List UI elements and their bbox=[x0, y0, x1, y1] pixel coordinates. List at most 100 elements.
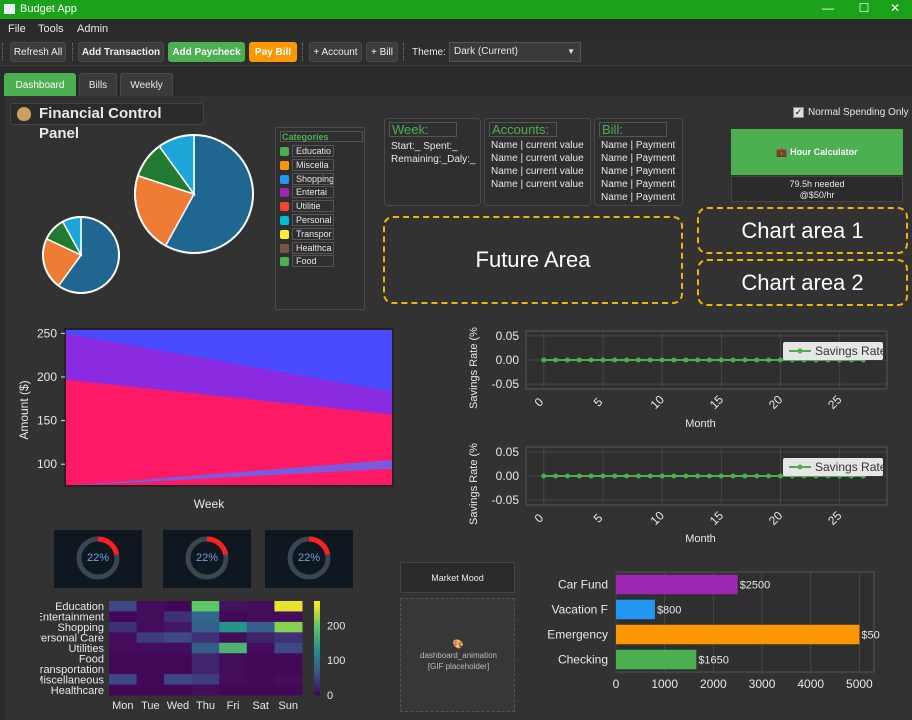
add-paycheck-button[interactable]: Add Paycheck bbox=[168, 42, 245, 62]
colorbar-segment bbox=[314, 669, 320, 674]
heatmap-cell bbox=[219, 653, 248, 665]
menu-tools[interactable]: Tools bbox=[38, 23, 64, 35]
bar-value-label: $2500 bbox=[740, 580, 771, 592]
data-point bbox=[647, 357, 653, 363]
colorbar-segment bbox=[314, 619, 320, 624]
account-line: Name | current value bbox=[491, 140, 584, 151]
data-point bbox=[588, 357, 594, 363]
heatmap-cell bbox=[274, 663, 303, 675]
minimize-button[interactable]: — bbox=[813, 1, 843, 15]
week-line: Start:_ Spent:_ bbox=[391, 141, 458, 152]
app-icon bbox=[4, 4, 15, 14]
tab-dashboard[interactable]: Dashboard bbox=[4, 73, 76, 96]
category-label: Utilitie bbox=[292, 200, 334, 213]
category-label: Miscella bbox=[292, 158, 334, 171]
tab-weekly[interactable]: Weekly bbox=[120, 73, 173, 96]
menu-admin[interactable]: Admin bbox=[77, 23, 108, 35]
heatmap-row-label: Healthcare bbox=[51, 685, 104, 697]
bill-box: Bill: Name | Payment Name | Payment Name… bbox=[594, 118, 683, 206]
heatmap-cell bbox=[274, 632, 303, 644]
y-axis-label: Savings Rate (% bbox=[468, 327, 480, 409]
hour-calculator-button[interactable]: 💼 Hour Calculator bbox=[731, 129, 903, 175]
data-point bbox=[659, 357, 665, 363]
heatmap-cell bbox=[219, 684, 248, 696]
data-point bbox=[553, 357, 559, 363]
heatmap-cell bbox=[191, 684, 220, 696]
normal-spending-checkbox[interactable]: ✓ bbox=[793, 107, 804, 118]
bar-category-label: Emergency bbox=[547, 628, 608, 642]
colorbar-segment bbox=[314, 663, 320, 668]
add-bill-button[interactable]: + Bill bbox=[366, 42, 398, 62]
accounts-bar-chart: 0 1000 2000 3000 4000 5000 Car Fund $2500 Vacati… bbox=[547, 571, 880, 691]
colorbar-tick: 100 bbox=[327, 655, 345, 667]
bar-chart-plot: 0 1000 2000 3000 4000 5000 Car Fund $2500 Vacati… bbox=[547, 571, 880, 691]
data-point bbox=[576, 357, 582, 363]
menu-file[interactable]: File bbox=[8, 23, 26, 35]
data-point bbox=[695, 357, 701, 363]
heatmap-cell bbox=[164, 674, 193, 686]
colorbar-segment bbox=[314, 682, 320, 687]
heatmap-cell bbox=[136, 684, 165, 696]
maximize-button[interactable]: ☐ bbox=[849, 1, 879, 15]
add-account-button[interactable]: + Account bbox=[309, 42, 362, 62]
data-point bbox=[754, 473, 760, 479]
refresh-all-button[interactable]: Refresh All bbox=[10, 42, 66, 62]
colorbar-segment bbox=[314, 651, 320, 655]
heatmap-cell bbox=[219, 601, 248, 612]
gauge-value: 22% bbox=[195, 552, 219, 564]
heatmap-cell bbox=[164, 642, 193, 654]
hours-needed: 79.5h needed bbox=[789, 179, 845, 189]
colorbar-segment bbox=[314, 632, 320, 636]
bar-value-label: $5000 bbox=[861, 630, 880, 642]
category-swatch bbox=[280, 174, 289, 184]
close-button[interactable]: ✕ bbox=[880, 1, 910, 15]
pay-bill-button[interactable]: Pay Bill bbox=[249, 42, 297, 62]
account-line: Name | current value bbox=[491, 166, 584, 177]
heatmap-cell bbox=[246, 653, 275, 665]
week-line: Remaining:_Daly:_ bbox=[391, 154, 476, 165]
theme-select[interactable]: Dark (Current) ▼ bbox=[449, 42, 581, 62]
page-title: Financial Control Panel bbox=[10, 103, 204, 142]
heatmap-cell bbox=[136, 663, 165, 675]
legend-marker bbox=[797, 464, 803, 470]
theme-label: Theme: bbox=[412, 47, 446, 58]
bar-category-label: Car Fund bbox=[558, 578, 608, 592]
colorbar-segment bbox=[314, 638, 320, 643]
y-tick-label: 150 bbox=[37, 414, 57, 428]
bar-value-label: $1650 bbox=[698, 655, 729, 667]
tab-bills[interactable]: Bills bbox=[79, 73, 117, 96]
hourly-rate: @$50/hr bbox=[799, 190, 835, 200]
x-tick-label: 3000 bbox=[749, 677, 776, 691]
future-area: Future Area bbox=[383, 216, 683, 304]
x-tick-label: 5000 bbox=[846, 677, 873, 691]
heatmap-cell bbox=[109, 663, 138, 675]
data-point bbox=[564, 357, 570, 363]
heatmap-cell bbox=[191, 611, 220, 623]
chart-area-2: Chart area 2 bbox=[697, 259, 908, 306]
title-bar: Budget App — ☐ ✕ bbox=[0, 0, 912, 19]
toolbar-separator bbox=[302, 43, 304, 61]
pie-chart-small bbox=[42, 216, 120, 294]
data-point bbox=[742, 473, 748, 479]
bar bbox=[616, 649, 697, 670]
heatmap-col-label: Sun bbox=[278, 700, 298, 712]
heatmap-cell bbox=[136, 642, 165, 654]
data-point bbox=[706, 357, 712, 363]
add-transaction-button[interactable]: Add Transaction bbox=[78, 42, 164, 62]
heatmap-cell bbox=[246, 663, 275, 675]
heatmap-cell bbox=[246, 684, 275, 696]
category-swatch bbox=[280, 216, 289, 225]
data-point bbox=[564, 473, 570, 479]
normal-spending-label: Normal Spending Only bbox=[808, 107, 909, 118]
x-axis-label: Month bbox=[685, 418, 716, 428]
data-point bbox=[730, 473, 736, 479]
colorbar-segment bbox=[314, 660, 320, 665]
heatmap-cell bbox=[109, 632, 138, 644]
x-tick-label: 5 bbox=[591, 511, 606, 526]
x-axis-label: Month bbox=[685, 533, 716, 545]
colorbar-segment bbox=[314, 673, 320, 677]
category-swatch bbox=[280, 229, 289, 239]
category-swatch bbox=[280, 188, 289, 198]
heatmap-col-label: Fri bbox=[227, 700, 240, 712]
x-tick-label: 15 bbox=[707, 392, 727, 412]
